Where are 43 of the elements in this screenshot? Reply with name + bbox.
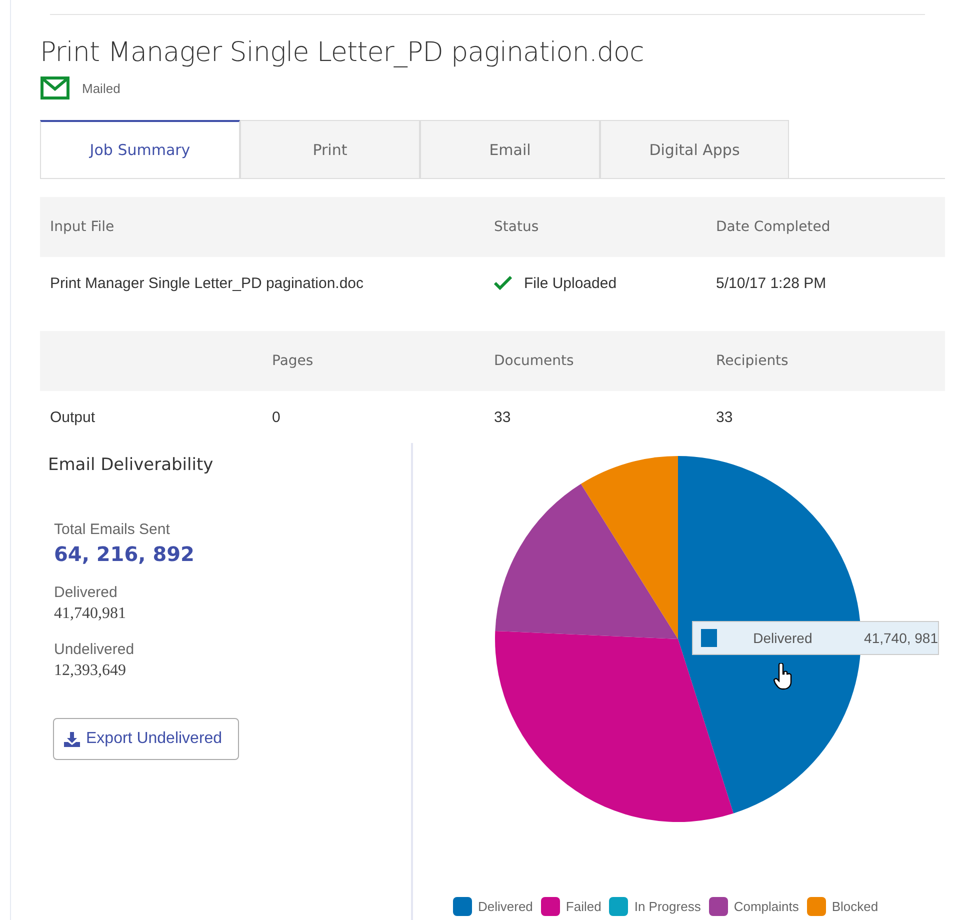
column-header: Recipients (715, 353, 790, 369)
legend-item[interactable]: Delivered (453, 897, 533, 916)
tooltip-value: 41,740, 981 (864, 630, 938, 646)
hand-cursor-icon (773, 663, 793, 691)
total-value: 64, 216, 892 (54, 542, 196, 566)
table-cell-text: 33 (715, 408, 734, 426)
tab[interactable]: Digital Apps (600, 120, 789, 178)
status-text: File Uploaded (524, 274, 617, 292)
legend-label: Delivered (478, 899, 533, 914)
legend-label: Failed (566, 899, 602, 914)
tooltip-label: Delivered (753, 630, 814, 646)
legend-item[interactable]: In Progress (609, 897, 701, 916)
check-icon (494, 276, 512, 290)
table-cell-text: 5/10/17 1:28 PM (715, 274, 828, 292)
tab[interactable]: Email (420, 120, 600, 178)
table-cell-text: Print Manager Single Letter_PD pagination.doc (49, 274, 365, 292)
legend-label: In Progress (634, 899, 701, 914)
table-cell-text: 33 (493, 408, 512, 426)
stat-value: 12,393,649 (54, 662, 127, 680)
document-title: Print Manager Single Letter_PD pagination.doc (40, 37, 645, 68)
legend-label: Complaints (734, 899, 799, 914)
stat-label: Delivered (54, 584, 118, 601)
column-header: Status (493, 219, 540, 235)
mail-icon (40, 76, 70, 100)
column-header: Input File (49, 219, 116, 235)
column-header: Pages (271, 353, 314, 369)
column-header: Documents (493, 353, 575, 369)
download-icon (64, 732, 80, 746)
legend-item[interactable]: Complaints (708, 897, 799, 916)
legend-label: Blocked (832, 899, 878, 914)
section-title: Email Deliverability (48, 455, 214, 475)
stat-label: Total Emails Sent (54, 521, 171, 538)
tab[interactable]: Job Summary (40, 120, 240, 178)
tab[interactable]: Print (240, 120, 420, 178)
table-cell-text: 0 (271, 408, 282, 426)
status-label: Mailed (82, 80, 120, 96)
legend-item[interactable]: Blocked (806, 897, 878, 916)
export-button[interactable]: Export Undelivered (53, 718, 239, 760)
column-header: Date Completed (715, 219, 832, 235)
table-cell-text: Output (49, 408, 96, 426)
stat-label: Undelivered (54, 641, 136, 658)
stat-value: 41,740,981 (54, 605, 127, 623)
legend-item[interactable]: Failed (540, 897, 602, 916)
